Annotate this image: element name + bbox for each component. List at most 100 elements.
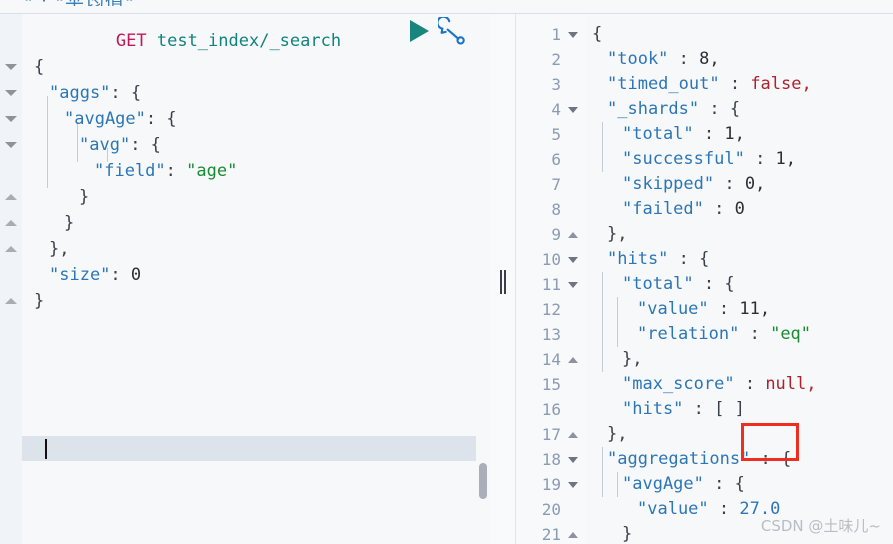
response-code-line[interactable]: "hits" : { [592,247,709,272]
response-line-number-gutter[interactable]: 123456789101112131415161718192021222324 [516,14,586,544]
response-token-kw: false, [750,74,812,94]
response-token-colon: : [668,49,700,69]
fold-expand-icon[interactable] [568,432,578,438]
response-token-brace: { [729,99,741,119]
response-token-key: "total" [622,274,694,294]
fold-collapse-icon[interactable] [5,64,17,70]
request-endpoint: test_index/_search [156,31,342,51]
response-code-line[interactable]: "failed" : 0 [592,197,745,222]
request-token-key: "size" [49,265,111,285]
response-token-key: "avgAge" [622,474,704,494]
indent-guide [617,297,618,347]
response-token-colon: : [703,474,735,494]
response-code-line[interactable]: } [592,522,632,544]
response-line-number: 16 [541,400,561,419]
response-token-colon: : [683,399,715,419]
request-token-brace: { [150,135,161,155]
response-viewer-panel[interactable]: 123456789101112131415161718192021222324 … [515,14,893,544]
panel-splitter[interactable] [490,14,515,544]
response-code-line[interactable]: "took" : 8, [592,47,720,72]
response-token-brace: { [699,249,710,269]
response-token-key: "skipped" [622,174,715,194]
request-code-line[interactable]: } [34,210,74,236]
response-token-kw: null, [765,374,817,394]
response-code-line[interactable]: "total" : { [592,272,735,297]
request-token-num: 0 [130,265,142,285]
response-token-brace: } [622,524,633,544]
response-code-line[interactable]: }, [592,347,642,372]
request-code-line[interactable]: }, [34,236,69,262]
response-token-key: "value" [637,299,709,319]
fold-collapse-icon[interactable] [5,90,17,96]
response-code-line[interactable]: "hits" : [ ] [592,397,745,422]
fold-collapse-icon[interactable] [568,107,578,113]
request-token-colon: : [165,161,187,181]
response-line-number: 18 [541,450,561,469]
request-code-line[interactable]: "aggs": { [34,80,141,106]
fold-expand-icon[interactable] [568,232,578,238]
response-code-line[interactable]: "skipped" : 0, [592,172,765,197]
indent-guide [602,272,603,372]
response-code-line[interactable]: }, [592,222,627,247]
fold-expand-icon[interactable] [568,357,578,363]
fold-collapse-icon[interactable] [568,282,578,288]
request-token-colon: : [110,265,131,285]
response-token-colon: : [693,274,725,294]
fold-expand-icon[interactable] [568,532,578,538]
run-request-icon[interactable] [410,20,429,42]
response-token-colon: : [744,149,776,169]
fold-collapse-icon[interactable] [568,32,578,38]
fold-collapse-icon[interactable] [568,257,578,263]
response-token-key: "failed" [622,199,704,219]
response-token-colon: : [708,299,740,319]
request-code-area[interactable]: GET test_index/_search {"aggs": {"avgAge… [22,14,490,544]
response-code-line[interactable]: "value" : 11, [592,297,770,322]
response-token-key: "value" [637,499,709,519]
request-code-line[interactable]: "field": "age" [34,158,237,184]
response-token-num: 1, [775,149,797,169]
request-editor-panel[interactable]: GET test_index/_search {"aggs": {"avgAge… [0,14,490,544]
selected-blank-line[interactable] [22,436,490,461]
annotation-highlight-box [741,423,799,461]
fold-expand-icon[interactable] [5,194,17,200]
fold-collapse-icon[interactable] [568,482,578,488]
response-code-line[interactable]: }, [592,422,627,447]
fold-expand-icon[interactable] [5,298,17,304]
response-token-key: "hits" [622,399,684,419]
request-scrollbar[interactable] [476,14,490,544]
response-code-line[interactable]: "value" : 27.0 [592,497,780,522]
response-code-line[interactable]: "total" : 1, [592,122,745,147]
request-code-line[interactable]: "avg": { [34,132,161,158]
response-code-line[interactable]: { [592,22,602,47]
request-scrollbar-thumb[interactable] [479,463,487,499]
request-token-brace: } [64,213,75,233]
response-token-key: "_shards" [607,99,700,119]
response-line-number: 5 [551,125,561,144]
fold-expand-icon[interactable] [5,246,17,252]
response-code-line[interactable]: "_shards" : { [592,97,740,122]
request-code-line[interactable]: "avgAge": { [34,106,177,132]
response-code-line[interactable]: "timed_out" : false, [592,72,812,97]
response-line-number: 3 [551,75,561,94]
response-code-line[interactable]: "avgAge" : { [592,472,745,497]
request-code-line[interactable]: } [34,184,89,210]
request-gutter[interactable] [0,14,23,544]
response-code-line[interactable]: "max_score" : null, [592,372,817,397]
request-token-brace: { [130,83,142,103]
response-code-area[interactable]: {"took" : 8, "timed_out" : false, "_shards… [586,14,893,544]
wrench-icon[interactable] [436,15,468,49]
request-code-line[interactable]: } [34,288,44,314]
response-token-key: "aggregations" [607,449,751,469]
fold-collapse-icon[interactable] [568,457,578,463]
response-token-key: "total" [622,124,694,144]
fold-collapse-icon[interactable] [5,116,17,122]
request-code-line[interactable]: "size": 0 [34,262,141,288]
response-code-line[interactable]: "relation" : "eq" [592,322,811,347]
indent-guide [602,447,603,497]
request-code-line[interactable]: { [34,54,44,80]
fold-collapse-icon[interactable] [5,142,17,148]
fold-expand-icon[interactable] [5,220,17,226]
splitter-drag-handle[interactable] [499,270,507,294]
response-token-brace: }, [607,424,628,444]
response-code-line[interactable]: "successful" : 1, [592,147,796,172]
